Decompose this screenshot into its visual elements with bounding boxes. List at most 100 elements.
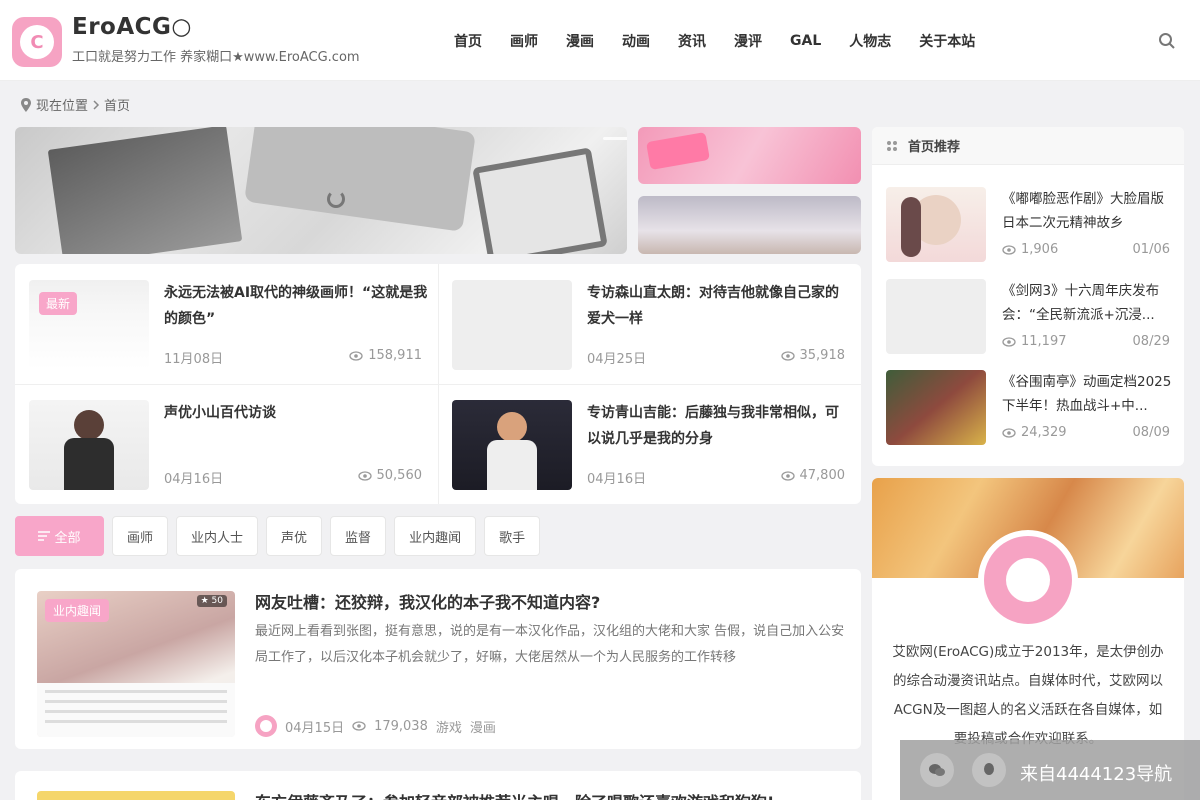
article-views: 179,038 [374,718,428,734]
category-badge[interactable]: 业内趣闻 [45,599,110,622]
featured-thumb[interactable] [452,400,572,490]
featured-item[interactable]: 专访森山直太朗：对待吉他就像自己家的爱犬一样 04月25日 35,918 [438,264,861,384]
recommend-thumb[interactable] [886,187,986,262]
tab-industry[interactable]: 业内人士 [176,516,259,556]
site-header: C EroACG○ 工口就是努力工作 养家糊口★www.EroACG.com 首… [0,0,1200,81]
about-description: 艾欧网(EroACG)成立于2013年，是太伊创办的综合动漫资讯站点。自媒体时代… [892,644,1164,747]
article-tag[interactable]: 游戏 [436,717,462,736]
site-subtitle: 工口就是努力工作 养家糊口★www.EroACG.com [72,50,360,65]
recommend-title[interactable]: 《剑网3》十六周年庆发布会：“全民新流派+沉浸... [1002,279,1172,327]
featured-title[interactable]: 永远无法被AI取代的神级画师！“这就是我的颜色” [164,280,429,332]
list-icon [38,531,51,541]
search-icon[interactable] [1158,32,1176,50]
site-title[interactable]: EroACG○ [72,14,192,40]
location-icon [21,97,31,112]
eye-icon [780,470,795,481]
featured-date: 04月25日 [587,352,647,367]
category-tabs: 全部 画师 业内人士 声优 监督 业内趣闻 歌手 [15,516,541,556]
eye-icon [352,721,366,731]
featured-item[interactable]: 专访青山吉能：后藤独与我非常相似，可以说几乎是我的分身 04月16日 47,80… [438,384,861,504]
tab-artists[interactable]: 画师 [112,516,169,556]
recommend-thumb[interactable] [886,370,986,445]
featured-item[interactable]: 声优小山百代访谈 04月16日 50,560 [15,384,438,504]
eye-icon [1002,244,1016,255]
site-avatar[interactable] [978,530,1078,630]
featured-item[interactable]: 最新 永远无法被AI取代的神级画师！“这就是我的颜色” 11月08日 158,9… [15,264,438,384]
article-excerpt: 最近网上看看到张图，挺有意思，说的是有一本汉化作品，汉化组的大佬和大家 告假，说… [255,624,845,665]
featured-title[interactable]: 专访森山直太朗：对待吉他就像自己家的爱犬一样 [587,280,852,332]
tab-anecdotes[interactable]: 业内趣闻 [394,516,477,556]
floating-share-bar: 来自4444123导航 [900,740,1200,800]
tab-voice-actors[interactable]: 声优 [266,516,323,556]
article-thumb[interactable] [37,791,235,800]
nav-people[interactable]: 人物志 [849,31,891,51]
article-card[interactable]: 东方伊藤齐乃了：参加轻音部被推荐当主唱，除了唱歌还喜欢游戏和狗狗! [15,771,861,800]
featured-date: 04月16日 [587,472,647,487]
featured-thumb[interactable]: 最新 [29,280,149,370]
featured-views: 158,911 [349,348,422,363]
nav-anime[interactable]: 动画 [622,31,650,51]
breadcrumb: 现在位置 首页 [20,95,130,114]
author-avatar[interactable] [255,715,277,737]
nav-about[interactable]: 关于本站 [919,31,975,51]
recommend-header: 首页推荐 [872,127,1184,165]
recommend-item[interactable]: 《嘟嘟脸恶作剧》大脸眉版日本二次元精神故乡 1,906 01/06 [872,187,1184,269]
article-tag[interactable]: 漫画 [470,717,496,736]
recommend-date: 08/09 [1132,425,1170,440]
featured-title[interactable]: 声优小山百代访谈 [164,400,429,426]
nav-artists[interactable]: 画师 [510,31,538,51]
hero-image-laptop [244,127,476,232]
hero-image-magazine [47,127,243,254]
article-date: 04月15日 [285,720,345,736]
slider-indicator[interactable] [603,137,627,140]
recommend-date: 08/29 [1132,334,1170,349]
tab-directors[interactable]: 监督 [330,516,387,556]
side-banner-2[interactable] [638,196,861,254]
eye-icon [349,350,363,361]
site-logo[interactable]: C [12,17,62,67]
featured-title[interactable]: 专访青山吉能：后藤独与我非常相似，可以说几乎是我的分身 [587,400,852,452]
nav-gal[interactable]: GAL [790,33,821,49]
recommend-views: 24,329 [1002,425,1067,440]
nav-home[interactable]: 首页 [454,31,482,51]
eye-icon [1002,336,1016,347]
featured-grid: 最新 永远无法被AI取代的神级画师！“这就是我的颜色” 11月08日 158,9… [15,264,861,504]
breadcrumb-current[interactable]: 首页 [104,95,130,114]
recommend-title[interactable]: 《谷围南亭》动画定档2025下半年！热血战斗+中... [1002,370,1172,418]
recommend-title[interactable]: 《嘟嘟脸恶作剧》大脸眉版日本二次元精神故乡 [1002,187,1172,235]
featured-date: 04月16日 [164,472,224,487]
recommend-views: 1,906 [1002,242,1058,257]
grid-dots-icon [887,140,897,151]
nav-news[interactable]: 资讯 [678,31,706,51]
chevron-right-icon [93,99,100,110]
featured-views: 47,800 [780,468,845,483]
recommend-date: 01/06 [1132,242,1170,257]
tab-all[interactable]: 全部 [15,516,104,556]
featured-views: 35,918 [780,348,845,363]
recommend-views: 11,197 [1002,334,1067,349]
loading-spinner-icon [327,190,345,208]
breadcrumb-label: 现在位置 [36,99,89,114]
article-title[interactable]: 网友吐槽：还狡辩，我汉化的本子我不知道内容? [255,589,600,613]
float-bar-text: 来自4444123导航 [1020,764,1173,785]
nav-reviews[interactable]: 漫评 [734,31,762,51]
hero-slider[interactable] [15,127,627,254]
article-card[interactable]: 业内趣闻 ★ 50 网友吐槽：还狡辩，我汉化的本子我不知道内容? 最近网上看看到… [15,569,861,749]
featured-thumb[interactable] [452,280,572,370]
recommend-widget: 首页推荐 《嘟嘟脸恶作剧》大脸眉版日本二次元精神故乡 1,906 01/06 《… [872,127,1184,466]
star-count: ★ 50 [196,595,227,607]
article-title[interactable]: 东方伊藤齐乃了：参加轻音部被推荐当主唱，除了唱歌还喜欢游戏和狗狗! [255,789,774,800]
article-thumb[interactable]: 业内趣闻 ★ 50 [37,591,235,737]
featured-date: 11月08日 [164,352,224,367]
tab-singers[interactable]: 歌手 [484,516,541,556]
recommend-thumb[interactable] [886,279,986,354]
featured-thumb[interactable] [29,400,149,490]
side-banner-1[interactable] [638,127,861,184]
nav-manga[interactable]: 漫画 [566,31,594,51]
recommend-item[interactable]: 《剑网3》十六周年庆发布会：“全民新流派+沉浸... 11,197 08/29 [872,279,1184,361]
featured-views: 50,560 [357,468,422,483]
eye-icon [780,350,795,361]
qq-icon[interactable] [972,753,1006,787]
recommend-item[interactable]: 《谷围南亭》动画定档2025下半年！热血战斗+中... 24,329 08/09 [872,370,1184,452]
wechat-icon[interactable] [920,753,954,787]
